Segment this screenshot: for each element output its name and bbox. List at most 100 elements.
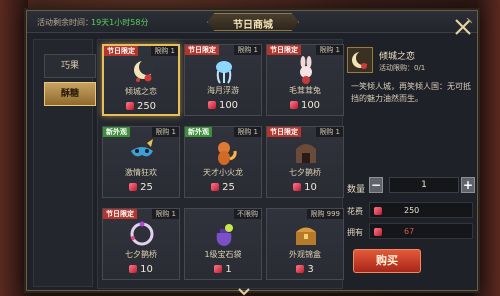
item-purchase-limit: 限购 1 <box>316 45 343 55</box>
increase-quantity-button[interactable]: + <box>461 177 475 193</box>
close-button[interactable] <box>453 17 473 37</box>
carnival-mask-icon <box>131 139 153 157</box>
item-price: 100 <box>267 100 343 112</box>
item-price-value: 3 <box>307 264 314 275</box>
item-purchase-limit: 限购 1 <box>151 46 178 56</box>
item-name: 七夕鹊桥 <box>289 168 321 177</box>
item-price: 250 <box>104 101 178 113</box>
item-tag: 节日限定 <box>104 46 138 56</box>
tab-sutang[interactable]: 酥糖 <box>44 82 96 106</box>
little-dragon-icon <box>218 142 237 165</box>
item-name: 外观锦盒 <box>289 250 321 259</box>
gem-icon <box>129 183 138 191</box>
item-price-value: 25 <box>140 182 153 193</box>
item-card[interactable]: 限购 999 外观锦盒 3 <box>266 208 344 280</box>
item-card[interactable]: 节日限定 限购 1 倾城之恋 250 <box>102 44 180 116</box>
item-purchase-limit: 不限购 <box>234 209 261 219</box>
time-remaining-label: 活动剩余时间： <box>37 18 93 27</box>
item-tag: 节日限定 <box>267 127 301 137</box>
bunny-icon <box>300 56 312 84</box>
cost-label: 花费 <box>347 207 363 216</box>
shop-window: 活动剩余时间： 19天1小时58分 节日商城 巧果 酥糖 节日限定 限购 1 倾城之… <box>26 10 478 296</box>
item-card[interactable]: 节日限定 限购 1 七夕鹊桥 10 <box>266 126 344 198</box>
item-tag: 新外观 <box>185 127 212 137</box>
detail-purchase-limit: 活动限购：0/1 <box>379 64 426 72</box>
item-purchase-limit: 限购 1 <box>234 127 261 137</box>
item-purchase-limit: 限购 1 <box>152 127 179 137</box>
tab-qiaoguo[interactable]: 巧果 <box>44 54 96 78</box>
gem-icon <box>129 265 138 273</box>
owned-label: 拥有 <box>347 228 363 237</box>
crescent-moon-icon <box>134 59 155 82</box>
item-price: 100 <box>185 100 261 112</box>
gem-icon <box>207 101 216 109</box>
item-price-value: 1 <box>225 264 232 275</box>
item-card[interactable]: 节日限定 限购 1 海月浮游 100 <box>184 44 262 116</box>
item-tag: 新外观 <box>103 127 130 137</box>
item-price-value: 10 <box>140 264 153 275</box>
item-tag: 节日限定 <box>267 45 301 55</box>
owned-value: 67 <box>404 227 415 236</box>
gem-icon <box>296 265 305 273</box>
item-price-value: 100 <box>218 100 239 111</box>
item-price: 25 <box>103 182 179 194</box>
gem-icon <box>374 207 382 215</box>
decrease-quantity-button[interactable]: − <box>369 177 383 193</box>
item-card[interactable]: 节日限定 限购 1 毛茸茸兔 100 <box>266 44 344 116</box>
item-name: 海月浮游 <box>207 86 239 95</box>
detail-description: 一笑倾人城，再笑倾人国：无可抵挡的魅力油然而生。 <box>351 82 471 103</box>
item-tag: 节日限定 <box>185 45 219 55</box>
item-price-value: 10 <box>304 182 317 193</box>
quantity-input[interactable]: 1 <box>389 177 459 193</box>
item-price-value: 25 <box>222 182 235 193</box>
treasure-box-icon <box>296 227 316 245</box>
item-price: 10 <box>103 264 179 276</box>
gem-icon <box>211 183 220 191</box>
gem-icon <box>293 183 302 191</box>
gem-bag-icon <box>216 224 233 246</box>
item-purchase-limit: 限购 999 <box>307 209 343 219</box>
item-card[interactable]: 新外观 限购 1 天才小火龙 25 <box>184 126 262 198</box>
detail-item-icon <box>347 47 373 73</box>
time-remaining-value: 19天1小时58分 <box>91 18 149 27</box>
buy-button[interactable]: 购买 <box>353 249 421 273</box>
quantity-label: 数量 <box>347 185 366 195</box>
item-purchase-limit: 限购 1 <box>234 45 261 55</box>
background-left <box>0 0 28 296</box>
item-name: 1级宝石袋 <box>204 250 242 259</box>
item-price-value: 100 <box>300 100 321 111</box>
chevron-down-icon <box>238 288 250 296</box>
item-card[interactable]: 节日限定 限购 1 七夕鹊桥 10 <box>102 208 180 280</box>
item-name: 倾城之恋 <box>125 87 157 96</box>
item-grid: 节日限定 限购 1 倾城之恋 250 节日限定 限购 1 海月浮游 100 节日限定 限购 1 毛茸… <box>97 39 344 296</box>
item-card[interactable]: 不限购 1级宝石袋 1 <box>184 208 262 280</box>
item-price: 3 <box>267 264 343 276</box>
category-tabs: 巧果 酥糖 <box>33 39 96 287</box>
item-card[interactable]: 新外观 限购 1 激情狂欢 25 <box>102 126 180 198</box>
item-purchase-limit: 限购 1 <box>152 209 179 219</box>
page-title: 节日商城 <box>233 20 273 31</box>
detail-item-name: 倾城之恋 <box>379 52 416 62</box>
gem-icon <box>374 228 382 236</box>
gem-icon <box>289 101 298 109</box>
cost-value: 250 <box>404 206 420 215</box>
jellyfish-icon <box>216 61 232 84</box>
item-name: 毛茸茸兔 <box>289 86 321 95</box>
title-bar: 活动剩余时间： 19天1小时58分 节日商城 <box>27 11 477 33</box>
item-purchase-limit: 限购 1 <box>316 127 343 137</box>
item-price: 1 <box>185 264 261 276</box>
cost-field: 250 <box>369 202 473 218</box>
bridge-icon <box>296 144 316 163</box>
item-name: 天才小火龙 <box>203 168 243 177</box>
crescent-moon-icon <box>352 51 370 69</box>
item-price: 10 <box>267 182 343 194</box>
gem-icon <box>214 265 223 273</box>
close-icon <box>455 17 473 35</box>
owned-field: 67 <box>369 223 473 239</box>
scroll-down-button[interactable] <box>238 288 250 296</box>
item-name: 七夕鹊桥 <box>125 250 157 259</box>
item-price-value: 250 <box>136 101 157 112</box>
item-price: 25 <box>185 182 261 194</box>
gem-icon <box>125 102 134 110</box>
item-tag: 节日限定 <box>103 209 137 219</box>
